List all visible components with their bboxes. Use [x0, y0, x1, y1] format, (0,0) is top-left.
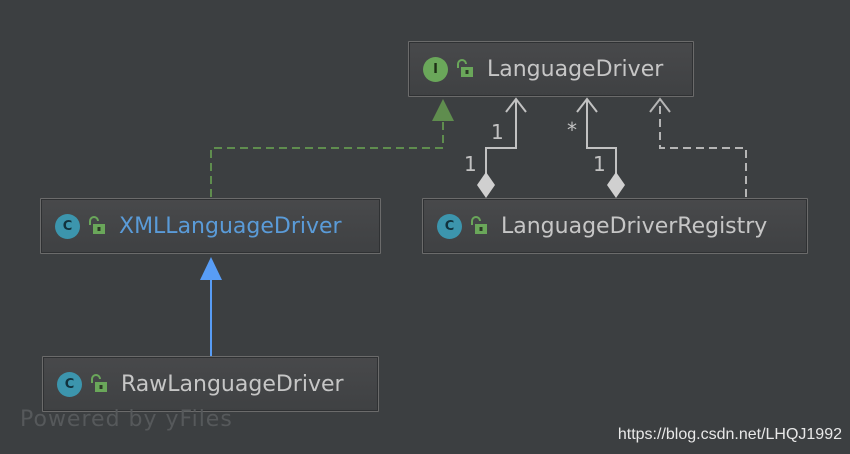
public-unlock-icon: [89, 216, 105, 234]
node-name: RawLanguageDriver: [121, 371, 344, 397]
realization-arrowhead: [432, 99, 454, 121]
generalization-edge-raw: [200, 257, 222, 356]
powered-by-watermark: Powered by yFiles: [20, 407, 233, 432]
class-icon: C: [437, 213, 462, 239]
dependency-edge-registry: [649, 97, 747, 197]
node-language-driver[interactable]: I LanguageDriver: [408, 41, 694, 97]
source-url-watermark: https://blog.csdn.net/LHQJ1992: [617, 426, 842, 443]
class-icon: C: [55, 213, 80, 239]
multiplicity-label: 1: [464, 152, 477, 176]
aggregation-diamond: [477, 172, 495, 198]
interface-icon: I: [423, 56, 448, 82]
generalization-arrowhead: [200, 257, 222, 280]
multiplicity-label: *: [567, 118, 577, 142]
node-raw-language-driver[interactable]: C RawLanguageDriver: [42, 356, 379, 412]
node-name: LanguageDriverRegistry: [501, 213, 768, 239]
node-name: XMLLanguageDriver: [119, 213, 342, 239]
node-language-driver-registry[interactable]: C LanguageDriverRegistry: [422, 198, 808, 254]
multiplicity-label: 1: [593, 152, 606, 176]
node-name: LanguageDriver: [487, 56, 664, 82]
public-unlock-icon: [91, 374, 107, 392]
association-edge-many: [576, 97, 625, 198]
realization-edge-xml: [210, 99, 454, 197]
node-xml-language-driver[interactable]: C XMLLanguageDriver: [40, 198, 381, 254]
aggregation-diamond: [607, 172, 625, 198]
multiplicity-label: 1: [491, 120, 504, 144]
class-icon: C: [57, 371, 82, 397]
public-unlock-icon: [457, 59, 473, 77]
uml-diagram-canvas: 1 1 * 1 I LanguageDriver C XMLLanguageDr…: [0, 0, 850, 454]
association-edge-one: [477, 97, 527, 198]
public-unlock-icon: [471, 216, 487, 234]
